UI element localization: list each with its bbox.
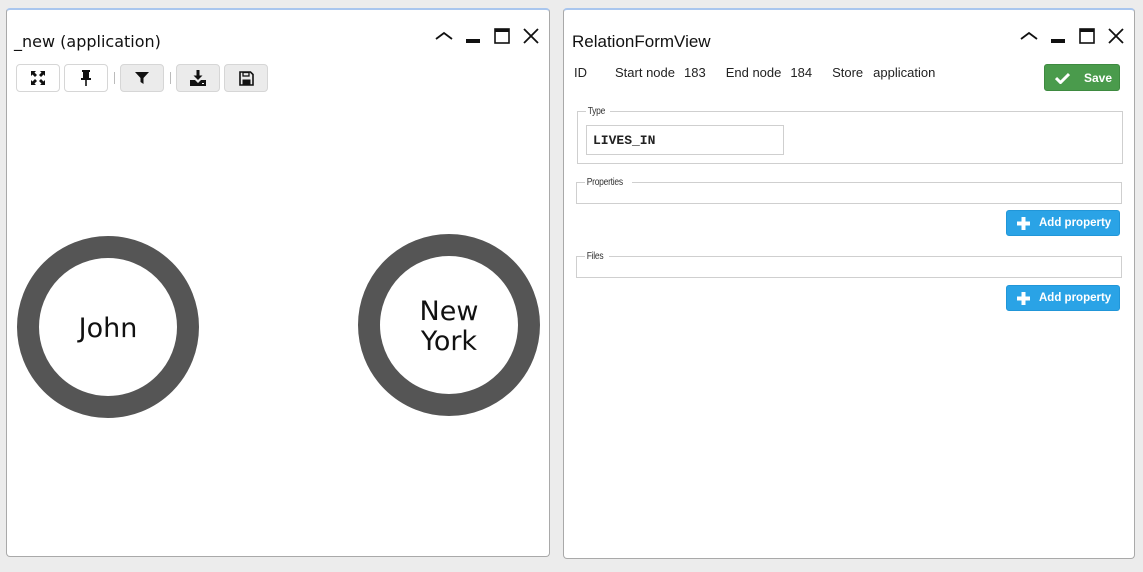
chevron-up-icon [434,31,453,40]
graph-canvas[interactable]: John New York [7,110,549,555]
maximize-button[interactable] [1072,24,1101,48]
id-label: ID [574,65,587,80]
pin-button[interactable] [64,64,108,92]
collapse-button[interactable] [1014,24,1043,48]
fit-graph-button[interactable] [16,64,60,92]
end-node-value: 184 [790,65,813,80]
close-button[interactable] [516,24,545,48]
maximize-icon [1078,28,1095,44]
graph-window: _new (application) John New York [6,8,550,557]
minimize-icon [465,39,480,43]
checkmark-icon [1055,72,1070,84]
pin-icon [81,70,91,86]
close-icon [522,28,539,44]
filter-icon [135,72,149,84]
type-input[interactable] [586,125,784,155]
close-button[interactable] [1101,24,1130,48]
type-legend: Type [587,106,606,117]
download-button[interactable] [176,64,220,92]
minimize-icon [1050,39,1065,43]
expand-arrows-icon [31,71,45,85]
maximize-button[interactable] [487,24,516,48]
window-title: RelationFormView [572,32,711,51]
graph-toolbar [16,64,272,92]
relation-meta: ID Start node 183 End node 184 Store app… [574,65,935,80]
download-icon [190,70,206,86]
chevron-up-icon [1019,31,1038,40]
toolbar-separator [170,72,171,84]
graph-node-new-york[interactable]: New York [358,234,540,416]
close-icon [1107,28,1124,44]
graph-node-john[interactable]: John [17,236,199,418]
floppy-disk-icon [238,70,254,86]
node-label: York [420,326,478,357]
add-file-property-button[interactable]: Add property [1006,285,1120,311]
properties-legend: Properties [586,177,623,188]
save-graph-button[interactable] [224,64,268,92]
plus-icon [1017,216,1030,230]
minimize-button[interactable] [1043,24,1072,48]
end-node-label: End node [725,65,782,80]
files-legend: Files [586,251,604,262]
add-property-label: Add property [1039,292,1112,304]
store-label: Store [832,65,864,80]
toolbar-separator [114,72,115,84]
filter-button[interactable] [120,64,164,92]
start-node-value: 183 [684,65,706,80]
start-node-label: Start node [615,65,675,80]
id-value [587,65,615,80]
store-value: application [873,65,936,80]
window-controls [429,24,545,48]
window-controls [1014,24,1130,48]
add-property-button[interactable]: Add property [1006,210,1120,236]
minimize-button[interactable] [458,24,487,48]
save-button-label: Save [1084,70,1113,85]
files-group: Files [576,251,1122,278]
relation-form-window: RelationFormView ID Start node 183 End n… [563,8,1135,559]
save-button[interactable]: Save [1044,64,1120,91]
properties-group: Properties [576,177,1122,204]
add-property-label: Add property [1039,217,1112,229]
node-label: John [77,313,138,344]
node-label: New [420,296,479,327]
plus-icon [1017,291,1030,305]
window-title: _new (application) [14,32,161,51]
maximize-icon [493,28,510,44]
collapse-button[interactable] [429,24,458,48]
